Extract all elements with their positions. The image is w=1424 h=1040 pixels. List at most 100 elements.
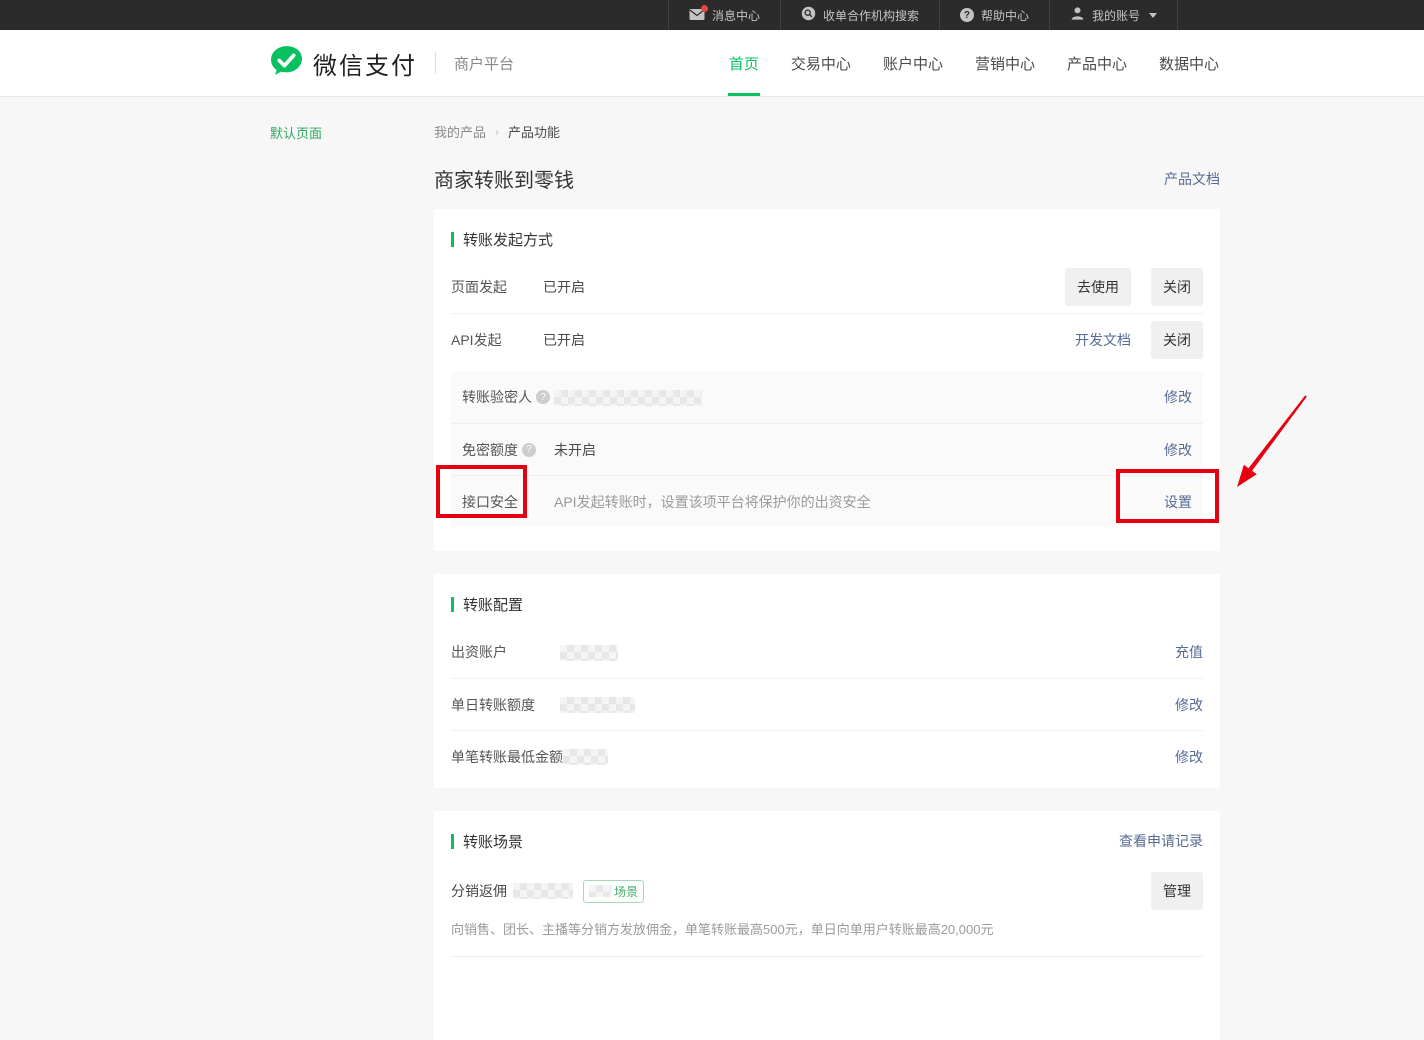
product-doc-link[interactable]: 产品文档: [1164, 169, 1220, 189]
free-password-status: 未开启: [554, 440, 1164, 460]
accent-bar: [451, 834, 454, 849]
chevron-down-icon: [1149, 13, 1157, 18]
free-password-label-text: 免密额度: [462, 440, 518, 460]
transfer-scene-card: 转账场景 查看申请记录 分销返佣 场景 管理 向销售、团长、主播等分销方发放佣金…: [434, 811, 1220, 1040]
transfer-config-title: 转账配置: [463, 594, 523, 615]
topbar-message-center[interactable]: 消息中心: [668, 0, 780, 30]
api-security-label: 接口安全: [462, 492, 554, 512]
sidebar-item-default-page[interactable]: 默认页面: [270, 123, 322, 142]
masked-value: [560, 645, 618, 661]
help-icon: ?: [960, 8, 974, 22]
nav-transaction-center[interactable]: 交易中心: [790, 30, 852, 96]
brand-divider: [435, 52, 436, 74]
transfer-verifier-row: 转账验密人 ? 修改: [451, 371, 1203, 423]
main-nav: 首页 交易中心 账户中心 营销中心 产品中心 数据中心: [728, 30, 1220, 96]
transfer-initiation-card: 转账发起方式 页面发起 已开启 去使用 关闭 API发起 已开启 开发文档 关闭…: [434, 209, 1220, 551]
nav-product-center[interactable]: 产品中心: [1066, 30, 1128, 96]
daily-limit-value-masked: [560, 696, 1175, 713]
dev-doc-link[interactable]: 开发文档: [1075, 330, 1131, 350]
modify-verifier-link[interactable]: 修改: [1164, 387, 1192, 407]
search-icon: [801, 6, 816, 24]
scene-divider: [451, 956, 1203, 1016]
transfer-initiation-header: 转账发起方式: [434, 225, 1220, 253]
modify-min-amount-link[interactable]: 修改: [1175, 747, 1203, 767]
topbar-my-account[interactable]: 我的账号: [1049, 0, 1178, 30]
page-title: 商家转账到零钱: [434, 164, 574, 193]
min-amount-row: 单笔转账最低金额 修改: [451, 730, 1203, 782]
api-security-description: API发起转账时，设置该项平台将保护你的出资安全: [554, 492, 1164, 512]
min-amount-value-masked: [563, 748, 1175, 765]
mail-icon: [689, 8, 705, 22]
section-title: 转账发起方式: [451, 229, 553, 250]
breadcrumb-product-features: 产品功能: [508, 122, 560, 141]
commission-description: 向销售、团长、主播等分销方发放佣金，单笔转账最高500元，单日向单用户转账最高2…: [434, 919, 1220, 938]
recharge-link[interactable]: 充值: [1175, 642, 1203, 662]
api-initiation-label: API发起: [451, 330, 543, 350]
masked-value: [560, 697, 635, 713]
go-use-button[interactable]: 去使用: [1065, 268, 1131, 306]
topbar-help-center[interactable]: ? 帮助中心: [939, 0, 1049, 30]
scene-badge-text: 场景: [614, 883, 638, 900]
api-security-row: 接口安全 API发起转账时，设置该项平台将保护你的出资安全 设置: [451, 475, 1203, 527]
nav-data-center[interactable]: 数据中心: [1158, 30, 1220, 96]
accent-bar: [451, 232, 454, 247]
title-row: 商家转账到零钱 产品文档: [434, 164, 1220, 193]
transfer-initiation-title: 转账发起方式: [463, 229, 553, 250]
page-initiation-row: 页面发起 已开启 去使用 关闭: [434, 261, 1220, 313]
breadcrumb-separator-icon: ›: [495, 125, 499, 139]
commission-label: 分销返佣: [451, 881, 507, 901]
manage-button[interactable]: 管理: [1151, 872, 1203, 910]
transfer-scene-header: 转账场景 查看申请记录: [434, 827, 1220, 855]
masked-value: [589, 885, 611, 897]
section-title: 转账场景: [451, 831, 523, 852]
daily-limit-label: 单日转账额度: [451, 695, 560, 715]
user-icon: [1070, 6, 1085, 24]
topbar: 消息中心 收单合作机构搜索 ? 帮助中心 我的账号: [0, 0, 1424, 30]
section-title: 转账配置: [451, 594, 523, 615]
transfer-verifier-label: 转账验密人 ?: [462, 387, 554, 407]
transfer-verifier-value-masked: [554, 388, 1164, 405]
masked-value: [554, 390, 702, 406]
funding-account-label: 出资账户: [451, 642, 560, 662]
masked-value: [513, 883, 573, 899]
nav-home[interactable]: 首页: [728, 30, 760, 96]
topbar-acquiring-search[interactable]: 收单合作机构搜索: [780, 0, 939, 30]
free-password-label: 免密额度 ?: [462, 440, 554, 460]
api-security-set-link[interactable]: 设置: [1164, 492, 1192, 512]
commission-scene-row: 分销返佣 场景 管理: [434, 869, 1220, 913]
topbar-my-account-label: 我的账号: [1092, 7, 1140, 24]
topbar-message-label: 消息中心: [712, 7, 760, 24]
close-api-initiation-button[interactable]: 关闭: [1151, 321, 1203, 359]
funding-account-row: 出资账户 充值: [434, 626, 1220, 678]
api-initiation-status: 已开启: [543, 330, 1075, 350]
modify-daily-limit-link[interactable]: 修改: [1175, 695, 1203, 715]
breadcrumb: 我的产品 › 产品功能: [434, 97, 1220, 141]
help-icon[interactable]: ?: [536, 390, 550, 404]
transfer-verifier-label-text: 转账验密人: [462, 387, 532, 407]
funding-account-value-masked: [560, 643, 1175, 660]
breadcrumb-my-products[interactable]: 我的产品: [434, 122, 486, 141]
topbar-help-label: 帮助中心: [981, 7, 1029, 24]
brand-subtitle: 商户平台: [454, 53, 514, 74]
close-page-initiation-button[interactable]: 关闭: [1151, 268, 1203, 306]
free-password-row: 免密额度 ? 未开启 修改: [451, 423, 1203, 475]
help-icon[interactable]: ?: [522, 443, 536, 457]
modify-free-password-link[interactable]: 修改: [1164, 440, 1192, 460]
nav-marketing-center[interactable]: 营销中心: [974, 30, 1036, 96]
scene-badge: 场景: [583, 880, 644, 903]
page-initiation-label: 页面发起: [451, 277, 543, 297]
main-content: 我的产品 › 产品功能 商家转账到零钱 产品文档 转账发起方式 页面发起 已开启…: [434, 97, 1220, 1040]
masked-value: [563, 749, 608, 765]
page-initiation-status: 已开启: [543, 277, 1065, 297]
topbar-acquiring-search-label: 收单合作机构搜索: [823, 7, 919, 24]
min-amount-label: 单笔转账最低金额: [451, 747, 563, 767]
brand[interactable]: 微信支付 商户平台: [270, 30, 514, 96]
commission-scene-left: 分销返佣 场景: [451, 880, 1151, 903]
wechat-pay-logo-icon: [270, 45, 303, 81]
transfer-scene-title: 转账场景: [463, 831, 523, 852]
nav-account-center[interactable]: 账户中心: [882, 30, 944, 96]
brand-name: 微信支付: [313, 46, 417, 81]
daily-limit-row: 单日转账额度 修改: [451, 678, 1203, 730]
view-application-records-link[interactable]: 查看申请记录: [1119, 831, 1203, 851]
api-settings-block: 转账验密人 ? 修改 免密额度 ? 未开启 修改 接口安全 API发起转账时，设…: [451, 371, 1203, 527]
